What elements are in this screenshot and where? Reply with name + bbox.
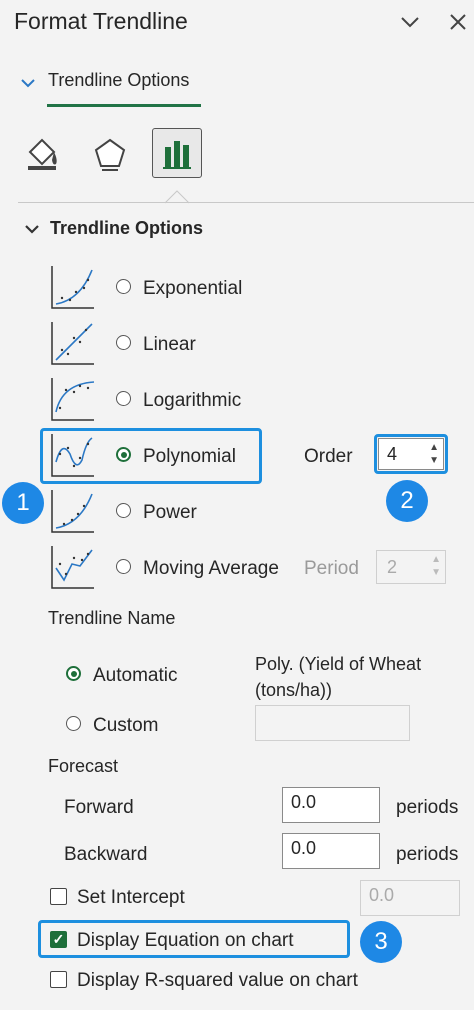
tab-collapse-chevron-icon[interactable] <box>20 76 36 94</box>
section-title: Trendline Options <box>50 218 204 238</box>
linear-label: Linear <box>143 334 196 355</box>
effects-pentagon-icon[interactable] <box>86 130 134 178</box>
forecast-heading: Forecast <box>48 756 119 776</box>
equation-highlight-box <box>38 920 350 958</box>
callout-badge-1: 1 <box>2 482 44 524</box>
logarithmic-trendline-icon <box>50 376 96 422</box>
power-radio[interactable] <box>116 503 131 518</box>
backward-unit: periods <box>396 844 459 865</box>
period-label: Period <box>304 558 359 579</box>
moving-average-radio[interactable] <box>116 559 131 574</box>
display-r-squared-checkbox[interactable] <box>50 971 67 988</box>
polynomial-highlight-box <box>40 428 262 484</box>
custom-radio[interactable] <box>66 716 81 731</box>
tab-underline <box>47 104 201 107</box>
period-spinner[interactable]: 2 ▲ ▼ <box>376 550 446 584</box>
moving-average-trendline-icon <box>50 544 96 590</box>
automatic-label: Automatic <box>93 665 178 686</box>
exponential-label: Exponential <box>143 278 243 299</box>
automatic-name-line1: Poly. (Yield of Wheat <box>255 654 422 674</box>
spinner-arrows-icon[interactable]: ▲ ▼ <box>431 553 441 579</box>
automatic-radio[interactable] <box>66 666 81 681</box>
trendline-options-bar-chart-icon[interactable] <box>152 128 202 178</box>
order-label: Order <box>304 446 353 467</box>
set-intercept-checkbox[interactable] <box>50 888 67 905</box>
order-highlight-box <box>374 434 448 474</box>
forward-label: Forward <box>64 797 134 818</box>
callout-badge-3: 3 <box>360 921 402 963</box>
backward-label: Backward <box>64 844 148 865</box>
section-collapse-chevron-icon[interactable] <box>24 222 40 240</box>
exponential-radio[interactable] <box>116 279 131 294</box>
chevron-down-icon[interactable] <box>398 10 422 40</box>
close-icon[interactable] <box>446 10 470 40</box>
display-r-squared-label: Display R-squared value on chart <box>77 970 358 991</box>
linear-trendline-icon <box>50 320 96 366</box>
exponential-trendline-icon <box>50 264 96 310</box>
forward-unit: periods <box>396 797 459 818</box>
logarithmic-label: Logarithmic <box>143 390 242 411</box>
backward-input[interactable]: 0.0 <box>282 833 380 869</box>
set-intercept-label: Set Intercept <box>77 887 185 908</box>
forward-input[interactable]: 0.0 <box>282 787 380 823</box>
divider <box>18 202 474 203</box>
intercept-input[interactable]: 0.0 <box>360 880 460 916</box>
selected-pointer <box>164 190 190 209</box>
power-label: Power <box>143 502 197 523</box>
custom-name-input[interactable] <box>255 705 410 741</box>
automatic-name-line2: (tons/ha)) <box>255 680 333 700</box>
pane-title: Format Trendline <box>14 8 188 34</box>
trendline-name-heading: Trendline Name <box>48 608 176 628</box>
linear-radio[interactable] <box>116 335 131 350</box>
period-value: 2 <box>387 557 398 577</box>
logarithmic-radio[interactable] <box>116 391 131 406</box>
fill-line-icon[interactable] <box>18 130 66 178</box>
callout-badge-2: 2 <box>386 480 428 522</box>
tab-trendline-options[interactable]: Trendline Options <box>48 70 189 91</box>
custom-label: Custom <box>93 715 159 736</box>
moving-average-label: Moving Average <box>143 558 279 579</box>
power-trendline-icon <box>50 488 96 534</box>
